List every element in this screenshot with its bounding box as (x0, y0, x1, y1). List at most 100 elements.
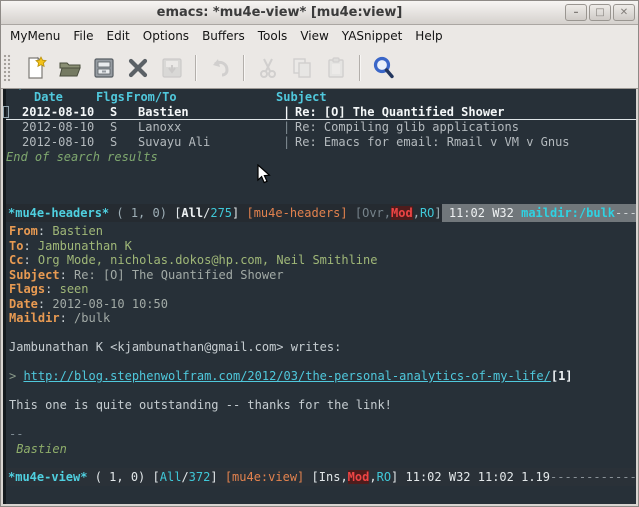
column-from[interactable]: From/To (126, 89, 276, 105)
modeline-headers-right: 11:02 W32 maildir:/bulk------------- (442, 204, 636, 222)
clock-and-position: 11:02 W32 11:02 1.19 (398, 470, 550, 484)
maximize-button[interactable]: □ (589, 4, 611, 21)
row-subject: Re: Emacs for email: Rmail v VM v Gnus (295, 135, 570, 150)
toolbar-separator (195, 55, 197, 81)
modified-flag: Mod (391, 206, 413, 220)
signature: Bastien (9, 442, 636, 457)
sort-descending-icon (16, 89, 24, 104)
search-button[interactable] (369, 53, 399, 83)
major-mode: [mu4e:view] (225, 470, 304, 484)
copy-icon (290, 56, 314, 80)
article-link[interactable]: http://blog.stephenwolfram.com/2012/03/t… (23, 369, 550, 383)
mu4e-view-window: From: Bastien To: Jambunathan K Cc: Org … (3, 222, 636, 468)
modeline-view-content: *mu4e-view* ( 1, 0) [All/372] [mu4e:view… (3, 468, 636, 486)
column-subject[interactable]: Subject (276, 89, 327, 105)
undo-icon (208, 56, 232, 80)
cut-scissors-icon (256, 56, 280, 80)
row-from: Lanoxx (138, 120, 283, 135)
hollow-cursor (3, 106, 9, 118)
mouse-cursor-icon (257, 164, 271, 188)
new-file-button[interactable] (21, 53, 51, 83)
row-separator: | (283, 135, 295, 150)
toolbar (1, 47, 638, 89)
row-date: 2012-08-10 (22, 120, 110, 135)
delete-x-icon (126, 56, 150, 80)
toolbar-separator (359, 55, 361, 81)
delete-button[interactable] (123, 53, 153, 83)
row-subject: Re: [O] The Quantified Shower (295, 105, 505, 119)
save-as-icon (160, 56, 184, 80)
headers-header-line[interactable]: Date Flgs From/To Subject (3, 89, 636, 105)
field-flags: Flags: seen (9, 282, 636, 297)
save-button[interactable] (89, 53, 119, 83)
search-icon (371, 55, 397, 81)
column-date[interactable]: Date (14, 89, 96, 105)
copy-button[interactable] (287, 53, 317, 83)
menu-tools[interactable]: Tools (258, 29, 288, 43)
toolbar-grip[interactable] (3, 54, 11, 82)
echo-area[interactable] (3, 486, 636, 504)
left-fringe (3, 89, 6, 504)
minimize-button[interactable]: – (565, 4, 587, 21)
row-subject: Re: Compiling glib applications (295, 120, 519, 135)
menu-options[interactable]: Options (143, 29, 189, 43)
save-as-button[interactable] (157, 53, 187, 83)
menu-view[interactable]: View (300, 29, 328, 43)
menu-yasnippet[interactable]: YASnippet (342, 29, 403, 43)
undo-button[interactable] (205, 53, 235, 83)
titlebar[interactable]: emacs: *mu4e-view* [mu4e:view] – □ ✕ (1, 1, 638, 25)
message-row-selected[interactable]: 2012-08-10 S Bastien | Re: [O] The Quant… (3, 105, 636, 120)
end-of-search-results: End of search results (3, 150, 636, 165)
maximize-icon: □ (595, 8, 604, 18)
maildir-indicator: maildir:/bulk (521, 206, 615, 220)
field-cc: Cc: Org Mode, nicholas.dokos@hp.com, Nei… (9, 253, 636, 268)
signature-separator: -- (9, 427, 636, 442)
quoted-link-line: > http://blog.stephenwolfram.com/2012/03… (9, 369, 636, 384)
menu-help[interactable]: Help (415, 29, 442, 43)
window-controls: – □ ✕ (565, 4, 635, 21)
emacs-window: emacs: *mu4e-view* [mu4e:view] – □ ✕ MyM… (0, 0, 639, 507)
paste-clipboard-icon (324, 56, 348, 80)
row-separator: | (283, 120, 295, 135)
row-separator: | (283, 105, 295, 119)
toolbar-separator (243, 55, 245, 81)
window-title: emacs: *mu4e-view* [mu4e:view] (1, 5, 558, 20)
field-to: To: Jambunathan K (9, 239, 636, 254)
menu-file[interactable]: File (73, 29, 93, 43)
field-maildir: Maildir: /bulk (9, 311, 636, 326)
buffer-name: *mu4e-view* (8, 470, 87, 484)
mu4e-headers-window: Date Flgs From/To Subject 2012-08-10 S B… (3, 89, 636, 204)
close-button[interactable]: ✕ (613, 4, 635, 21)
row-flags: S (110, 120, 138, 135)
row-from: Bastien (138, 105, 283, 119)
column-flags[interactable]: Flgs (96, 89, 126, 105)
close-icon: ✕ (620, 8, 628, 18)
emacs-frame: Date Flgs From/To Subject 2012-08-10 S B… (3, 89, 636, 504)
major-mode: [mu4e-headers] (246, 206, 347, 220)
modeline-view: *mu4e-view* ( 1, 0) [All/372] [mu4e:view… (3, 468, 636, 486)
row-flags: S (110, 135, 138, 150)
open-file-button[interactable] (55, 53, 85, 83)
field-subject: Subject: Re: [O] The Quantified Shower (9, 268, 636, 283)
field-date: Date: 2012-08-10 10:50 (9, 297, 636, 312)
footnote-ref: [1] (551, 369, 573, 383)
menu-mymenu[interactable]: MyMenu (10, 29, 60, 43)
row-from: Suvayu Ali (138, 135, 283, 150)
minimize-icon: – (574, 8, 579, 18)
message-row[interactable]: 2012-08-10 S Suvayu Ali | Re: Emacs for … (3, 135, 636, 150)
modeline-headers: *mu4e-headers* ( 1, 0) [All/275] [mu4e-h… (3, 204, 636, 222)
field-from: From: Bastien (9, 224, 636, 239)
row-date: 2012-08-10 (22, 105, 110, 119)
menu-edit[interactable]: Edit (107, 29, 130, 43)
menu-buffers[interactable]: Buffers (202, 29, 245, 43)
message-row[interactable]: 2012-08-10 S Lanoxx | Re: Compiling glib… (3, 120, 636, 135)
new-file-icon (24, 56, 48, 80)
menu-bar: MyMenu File Edit Options Buffers Tools V… (1, 25, 638, 47)
row-flags: S (110, 105, 138, 119)
modeline-headers-left: *mu4e-headers* ( 1, 0) [All/275] [mu4e-h… (3, 204, 442, 222)
modified-flag: Mod (348, 470, 370, 484)
save-icon (92, 56, 116, 80)
paste-button[interactable] (321, 53, 351, 83)
comment-line: This one is quite outstanding -- thanks … (9, 398, 636, 413)
cut-button[interactable] (253, 53, 283, 83)
